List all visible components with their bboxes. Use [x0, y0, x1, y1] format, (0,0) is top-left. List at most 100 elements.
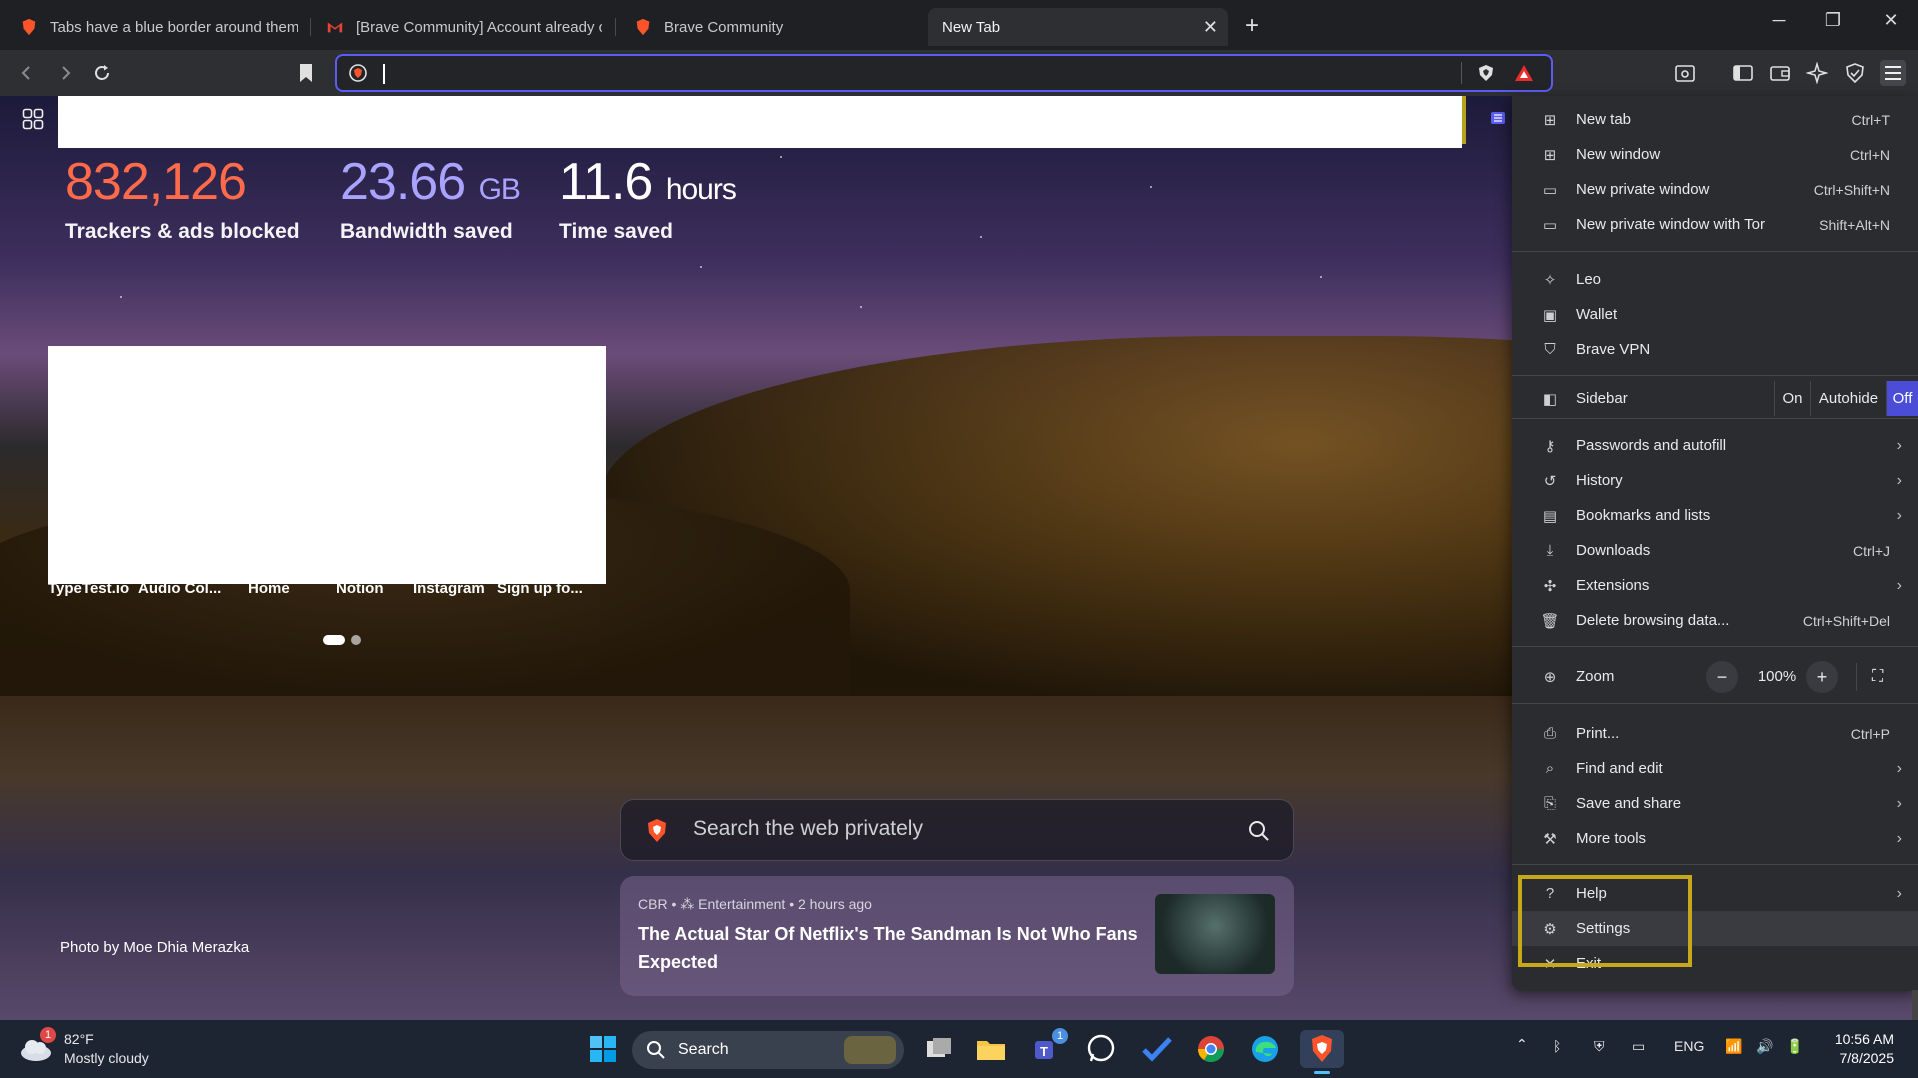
start-button[interactable]: [584, 1030, 622, 1068]
menu-item-extensions[interactable]: ✣ Extensions ›: [1512, 568, 1918, 603]
pager-dot[interactable]: [351, 635, 361, 645]
top-site-label[interactable]: Home: [248, 580, 290, 597]
address-input[interactable]: [381, 62, 1441, 86]
menu-item-brave-vpn[interactable]: ⛉ Brave VPN: [1512, 332, 1918, 367]
menu-label: New window: [1576, 146, 1661, 163]
volume-icon[interactable]: 🔊: [1756, 1038, 1773, 1055]
reload-button[interactable]: [89, 60, 115, 86]
menu-item-new-window[interactable]: ⊞ New window Ctrl+N: [1512, 137, 1918, 172]
leo-button[interactable]: [1804, 60, 1830, 86]
menu-item-passwords[interactable]: ⚷ Passwords and autofill ›: [1512, 428, 1918, 463]
keyboard-touch-icon[interactable]: ▭: [1632, 1038, 1645, 1055]
menu-item-print[interactable]: ⎙ Print... Ctrl+P: [1512, 716, 1918, 751]
menu-item-delete-browsing-data[interactable]: 🗑 Delete browsing data... Ctrl+Shift+Del: [1512, 603, 1918, 638]
menu-item-find-and-edit[interactable]: ⌕ Find and edit ›: [1512, 751, 1918, 786]
taskbar-clock[interactable]: 10:56 AM 7/8/2025: [1835, 1030, 1894, 1068]
star: [980, 236, 982, 238]
sidebar-off-button[interactable]: Off: [1886, 381, 1918, 416]
taskbar-brave[interactable]: [1300, 1030, 1344, 1074]
menu-item-bookmarks[interactable]: ▤ Bookmarks and lists ›: [1512, 498, 1918, 533]
main-menu-button[interactable]: [1880, 60, 1906, 86]
menu-item-more-tools[interactable]: ⚒ More tools ›: [1512, 821, 1918, 856]
menu-item-new-private-window-tor[interactable]: ▭ New private window with Tor Shift+Alt+…: [1512, 207, 1918, 242]
bluetooth-icon[interactable]: ᛒ: [1553, 1038, 1561, 1054]
address-bar[interactable]: [335, 54, 1553, 92]
wallet-icon: [1770, 66, 1790, 81]
wifi-icon[interactable]: 📶: [1725, 1038, 1742, 1055]
list-view-icon[interactable]: [1490, 110, 1506, 126]
new-window-icon: ⊞: [1543, 146, 1557, 164]
top-site-label[interactable]: TypeTest.io: [48, 580, 129, 597]
menu-item-history[interactable]: ↺ History ›: [1512, 463, 1918, 498]
wallet-button[interactable]: [1767, 60, 1793, 86]
language-indicator[interactable]: ENG: [1674, 1038, 1704, 1054]
text-caret: [383, 64, 385, 84]
tab-3[interactable]: Brave Community: [634, 8, 894, 46]
search-icon[interactable]: [1247, 819, 1271, 843]
menu-item-wallet[interactable]: ▣ Wallet: [1512, 297, 1918, 332]
fullscreen-icon[interactable]: ⛶: [1872, 668, 1883, 686]
top-site-label[interactable]: Audio Col...: [138, 580, 221, 597]
close-window-button[interactable]: ✕: [1876, 10, 1906, 31]
sidebar-toggle-button[interactable]: [1730, 60, 1756, 86]
defender-icon[interactable]: ⛨: [1594, 1038, 1605, 1055]
tab-2[interactable]: [Brave Community] Account already c: [326, 8, 602, 46]
taskbar-teams[interactable]: T 1: [1028, 1028, 1068, 1068]
taskbar-chrome[interactable]: [1192, 1030, 1230, 1068]
maximize-button[interactable]: ❐: [1818, 10, 1848, 31]
brave-rewards-button[interactable]: [1511, 60, 1537, 86]
brave-shields-button[interactable]: [1473, 60, 1499, 86]
taskbar-search[interactable]: Search: [632, 1031, 904, 1069]
menu-item-save-and-share[interactable]: ⎘ Save and share ›: [1512, 786, 1918, 821]
top-sites-pager: [323, 635, 361, 645]
taskbar-file-explorer[interactable]: [972, 1030, 1010, 1068]
app-menu: ⊞ New tab Ctrl+T ⊞ New window Ctrl+N ▭ N…: [1512, 96, 1918, 991]
menu-item-new-private-window[interactable]: ▭ New private window Ctrl+Shift+N: [1512, 172, 1918, 207]
ntp-search-box[interactable]: Search the web privately: [620, 799, 1294, 861]
menu-separator: [1512, 251, 1918, 252]
scrollbar[interactable]: [1912, 990, 1918, 1020]
taskbar-edge[interactable]: [1246, 1030, 1284, 1068]
star: [120, 296, 122, 298]
battery-icon[interactable]: 🔋: [1786, 1038, 1803, 1055]
vpn-button[interactable]: [1842, 60, 1868, 86]
search-icon: [647, 1041, 665, 1059]
taskbar: 1 82°F Mostly cloudy Search T 1 ⌃ ᛒ ⛨ ▭ …: [0, 1020, 1918, 1078]
menu-item-leo[interactable]: ✧ Leo: [1512, 262, 1918, 297]
minimize-button[interactable]: ─: [1764, 10, 1794, 31]
site-info-icon[interactable]: [345, 60, 371, 86]
bookmark-button[interactable]: [293, 60, 319, 86]
pager-dot-active[interactable]: [323, 635, 345, 645]
news-headline[interactable]: The Actual Star Of Netflix's The Sandman…: [638, 920, 1158, 976]
taskbar-todo[interactable]: [1138, 1030, 1176, 1068]
back-button[interactable]: [14, 60, 40, 86]
customize-grid-icon[interactable]: [22, 108, 44, 135]
menu-separator: [1512, 864, 1918, 865]
zoom-out-button[interactable]: −: [1706, 661, 1738, 693]
close-tab-icon[interactable]: ✕: [1203, 17, 1218, 38]
star: [700, 266, 702, 268]
weather-widget[interactable]: 1 82°F Mostly cloudy: [18, 1027, 168, 1068]
tab-new-tab-active[interactable]: New Tab ✕: [928, 8, 1228, 46]
news-card[interactable]: CBR • ⁂ Entertainment • 2 hours ago The …: [620, 876, 1294, 996]
menu-separator: [1512, 375, 1918, 376]
photo-credit[interactable]: Photo by Moe Dhia Merazka: [60, 939, 249, 956]
zoom-divider: [1856, 663, 1857, 691]
menu-item-downloads[interactable]: ⤓ Downloads Ctrl+J: [1512, 533, 1918, 568]
sidebar-autohide-button[interactable]: Autohide: [1810, 381, 1886, 416]
menu-item-new-tab[interactable]: ⊞ New tab Ctrl+T: [1512, 102, 1918, 137]
top-site-label[interactable]: Sign up fo...: [497, 580, 583, 597]
sidebar-on-button[interactable]: On: [1774, 381, 1810, 416]
brave-lion-icon: [1312, 1035, 1332, 1062]
taskbar-whatsapp[interactable]: [1082, 1030, 1120, 1068]
top-site-label[interactable]: Instagram: [413, 580, 485, 597]
tab-search-button[interactable]: [1672, 60, 1698, 86]
new-tab-button[interactable]: +: [1245, 12, 1259, 40]
tray-overflow-chevron-icon[interactable]: ⌃: [1516, 1036, 1528, 1053]
zoom-in-button[interactable]: +: [1806, 661, 1838, 693]
toolbar: [0, 50, 1918, 96]
taskbar-task-view[interactable]: [920, 1030, 958, 1068]
tab-1[interactable]: Tabs have a blue border around them: [20, 8, 298, 46]
top-site-label[interactable]: Notion: [336, 580, 383, 597]
forward-button[interactable]: [52, 60, 78, 86]
